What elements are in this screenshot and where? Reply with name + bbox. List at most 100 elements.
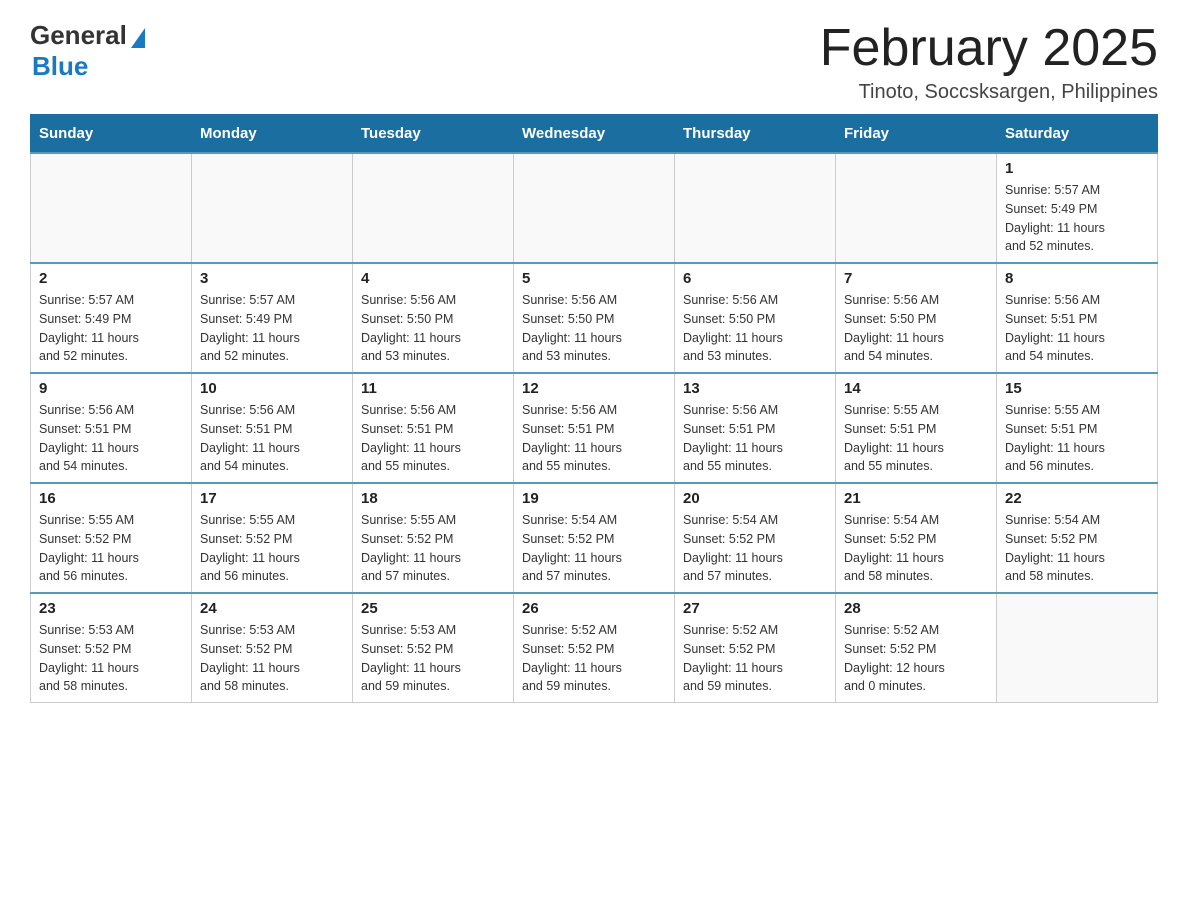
day-info: Sunrise: 5:53 AMSunset: 5:52 PMDaylight:… (361, 621, 505, 696)
calendar-cell: 19Sunrise: 5:54 AMSunset: 5:52 PMDayligh… (514, 483, 675, 593)
day-info: Sunrise: 5:57 AMSunset: 5:49 PMDaylight:… (39, 291, 183, 366)
day-number: 6 (683, 270, 827, 287)
day-number: 14 (844, 380, 988, 397)
day-info: Sunrise: 5:55 AMSunset: 5:51 PMDaylight:… (1005, 401, 1149, 476)
calendar-cell: 4 Sunrise: 5:56 AMSunset: 5:50 PMDaylight… (353, 263, 514, 373)
calendar-cell: 24 Sunrise: 5:53 AMSunset: 5:52 PMDayligh… (192, 593, 353, 703)
day-number: 17 (200, 490, 344, 507)
day-number: 28 (844, 600, 988, 617)
day-info: Sunrise: 5:56 AMSunset: 5:50 PMDaylight:… (522, 291, 666, 366)
day-info: Sunrise: 5:54 AMSunset: 5:52 PMDaylight:… (1005, 511, 1149, 586)
day-number: 24 (200, 600, 344, 617)
calendar-cell: 16 Sunrise: 5:55 AMSunset: 5:52 PMDayligh… (31, 483, 192, 593)
day-info: Sunrise: 5:53 AMSunset: 5:52 PMDaylight:… (200, 621, 344, 696)
weekday-header-tuesday: Tuesday (353, 115, 514, 154)
calendar-cell (675, 153, 836, 263)
calendar-cell: 21 Sunrise: 5:54 AMSunset: 5:52 PMDayligh… (836, 483, 997, 593)
calendar-cell: 18 Sunrise: 5:55 AMSunset: 5:52 PMDayligh… (353, 483, 514, 593)
calendar-cell: 11Sunrise: 5:56 AMSunset: 5:51 PMDayligh… (353, 373, 514, 483)
day-info: Sunrise: 5:56 AMSunset: 5:50 PMDaylight:… (683, 291, 827, 366)
calendar-cell: 1 Sunrise: 5:57 AMSunset: 5:49 PMDaylight… (997, 153, 1158, 263)
day-info: Sunrise: 5:56 AMSunset: 5:51 PMDaylight:… (683, 401, 827, 476)
calendar-cell (836, 153, 997, 263)
logo-triangle-icon (131, 28, 145, 48)
logo: General Blue (30, 20, 145, 82)
day-info: Sunrise: 5:55 AMSunset: 5:52 PMDaylight:… (361, 511, 505, 586)
logo-blue-text: Blue (32, 51, 88, 82)
day-number: 7 (844, 270, 988, 287)
day-number: 11 (361, 380, 505, 397)
day-number: 12 (522, 380, 666, 397)
weekday-header-monday: Monday (192, 115, 353, 154)
day-info: Sunrise: 5:55 AMSunset: 5:52 PMDaylight:… (39, 511, 183, 586)
day-info: Sunrise: 5:57 AMSunset: 5:49 PMDaylight:… (200, 291, 344, 366)
calendar-cell: 6 Sunrise: 5:56 AMSunset: 5:50 PMDaylight… (675, 263, 836, 373)
day-number: 21 (844, 490, 988, 507)
calendar-cell: 3Sunrise: 5:57 AMSunset: 5:49 PMDaylight… (192, 263, 353, 373)
day-info: Sunrise: 5:56 AMSunset: 5:50 PMDaylight:… (361, 291, 505, 366)
calendar-cell: 2 Sunrise: 5:57 AMSunset: 5:49 PMDaylight… (31, 263, 192, 373)
calendar-cell: 17 Sunrise: 5:55 AMSunset: 5:52 PMDayligh… (192, 483, 353, 593)
calendar-cell: 9 Sunrise: 5:56 AMSunset: 5:51 PMDaylight… (31, 373, 192, 483)
weekday-header-saturday: Saturday (997, 115, 1158, 154)
day-info: Sunrise: 5:56 AMSunset: 5:51 PMDaylight:… (200, 401, 344, 476)
day-number: 13 (683, 380, 827, 397)
weekday-header-row: SundayMondayTuesdayWednesdayThursdayFrid… (31, 115, 1158, 154)
day-number: 8 (1005, 270, 1149, 287)
day-number: 23 (39, 600, 183, 617)
calendar-cell: 27Sunrise: 5:52 AMSunset: 5:52 PMDayligh… (675, 593, 836, 703)
day-info: Sunrise: 5:54 AMSunset: 5:52 PMDaylight:… (844, 511, 988, 586)
page-header: General Blue February 2025 Tinoto, Soccs… (30, 20, 1158, 104)
week-row-4: 23 Sunrise: 5:53 AMSunset: 5:52 PMDayligh… (31, 593, 1158, 703)
day-number: 2 (39, 270, 183, 287)
weekday-header-friday: Friday (836, 115, 997, 154)
day-info: Sunrise: 5:53 AMSunset: 5:52 PMDaylight:… (39, 621, 183, 696)
calendar-cell: 5 Sunrise: 5:56 AMSunset: 5:50 PMDaylight… (514, 263, 675, 373)
calendar-cell (31, 153, 192, 263)
calendar-table: SundayMondayTuesdayWednesdayThursdayFrid… (30, 114, 1158, 703)
location-subtitle: Tinoto, Soccsksargen, Philippines (820, 81, 1158, 104)
calendar-cell (192, 153, 353, 263)
day-number: 18 (361, 490, 505, 507)
day-info: Sunrise: 5:56 AMSunset: 5:51 PMDaylight:… (39, 401, 183, 476)
day-number: 27 (683, 600, 827, 617)
calendar-cell: 10 Sunrise: 5:56 AMSunset: 5:51 PMDayligh… (192, 373, 353, 483)
day-info: Sunrise: 5:56 AMSunset: 5:50 PMDaylight:… (844, 291, 988, 366)
day-info: Sunrise: 5:56 AMSunset: 5:51 PMDaylight:… (522, 401, 666, 476)
day-number: 19 (522, 490, 666, 507)
calendar-cell: 23 Sunrise: 5:53 AMSunset: 5:52 PMDayligh… (31, 593, 192, 703)
day-info: Sunrise: 5:57 AMSunset: 5:49 PMDaylight:… (1005, 181, 1149, 256)
day-number: 22 (1005, 490, 1149, 507)
title-block: February 2025 Tinoto, Soccsksargen, Phil… (820, 20, 1158, 104)
calendar-cell: 12 Sunrise: 5:56 AMSunset: 5:51 PMDayligh… (514, 373, 675, 483)
day-number: 4 (361, 270, 505, 287)
calendar-cell: 8Sunrise: 5:56 AMSunset: 5:51 PMDaylight… (997, 263, 1158, 373)
calendar-cell: 13 Sunrise: 5:56 AMSunset: 5:51 PMDayligh… (675, 373, 836, 483)
calendar-cell: 14Sunrise: 5:55 AMSunset: 5:51 PMDayligh… (836, 373, 997, 483)
day-number: 1 (1005, 160, 1149, 177)
day-number: 20 (683, 490, 827, 507)
week-row-0: 1 Sunrise: 5:57 AMSunset: 5:49 PMDaylight… (31, 153, 1158, 263)
month-title: February 2025 (820, 20, 1158, 77)
day-number: 25 (361, 600, 505, 617)
week-row-2: 9 Sunrise: 5:56 AMSunset: 5:51 PMDaylight… (31, 373, 1158, 483)
calendar-cell: 28 Sunrise: 5:52 AMSunset: 5:52 PMDayligh… (836, 593, 997, 703)
day-number: 10 (200, 380, 344, 397)
day-number: 5 (522, 270, 666, 287)
calendar-cell (514, 153, 675, 263)
weekday-header-thursday: Thursday (675, 115, 836, 154)
calendar-cell: 20Sunrise: 5:54 AMSunset: 5:52 PMDayligh… (675, 483, 836, 593)
week-row-1: 2 Sunrise: 5:57 AMSunset: 5:49 PMDaylight… (31, 263, 1158, 373)
day-number: 9 (39, 380, 183, 397)
day-info: Sunrise: 5:55 AMSunset: 5:52 PMDaylight:… (200, 511, 344, 586)
week-row-3: 16 Sunrise: 5:55 AMSunset: 5:52 PMDayligh… (31, 483, 1158, 593)
day-info: Sunrise: 5:52 AMSunset: 5:52 PMDaylight:… (522, 621, 666, 696)
calendar-cell (353, 153, 514, 263)
day-info: Sunrise: 5:52 AMSunset: 5:52 PMDaylight:… (844, 621, 988, 696)
day-number: 26 (522, 600, 666, 617)
calendar-cell: 22 Sunrise: 5:54 AMSunset: 5:52 PMDayligh… (997, 483, 1158, 593)
day-number: 16 (39, 490, 183, 507)
calendar-cell: 26 Sunrise: 5:52 AMSunset: 5:52 PMDayligh… (514, 593, 675, 703)
weekday-header-sunday: Sunday (31, 115, 192, 154)
day-number: 15 (1005, 380, 1149, 397)
